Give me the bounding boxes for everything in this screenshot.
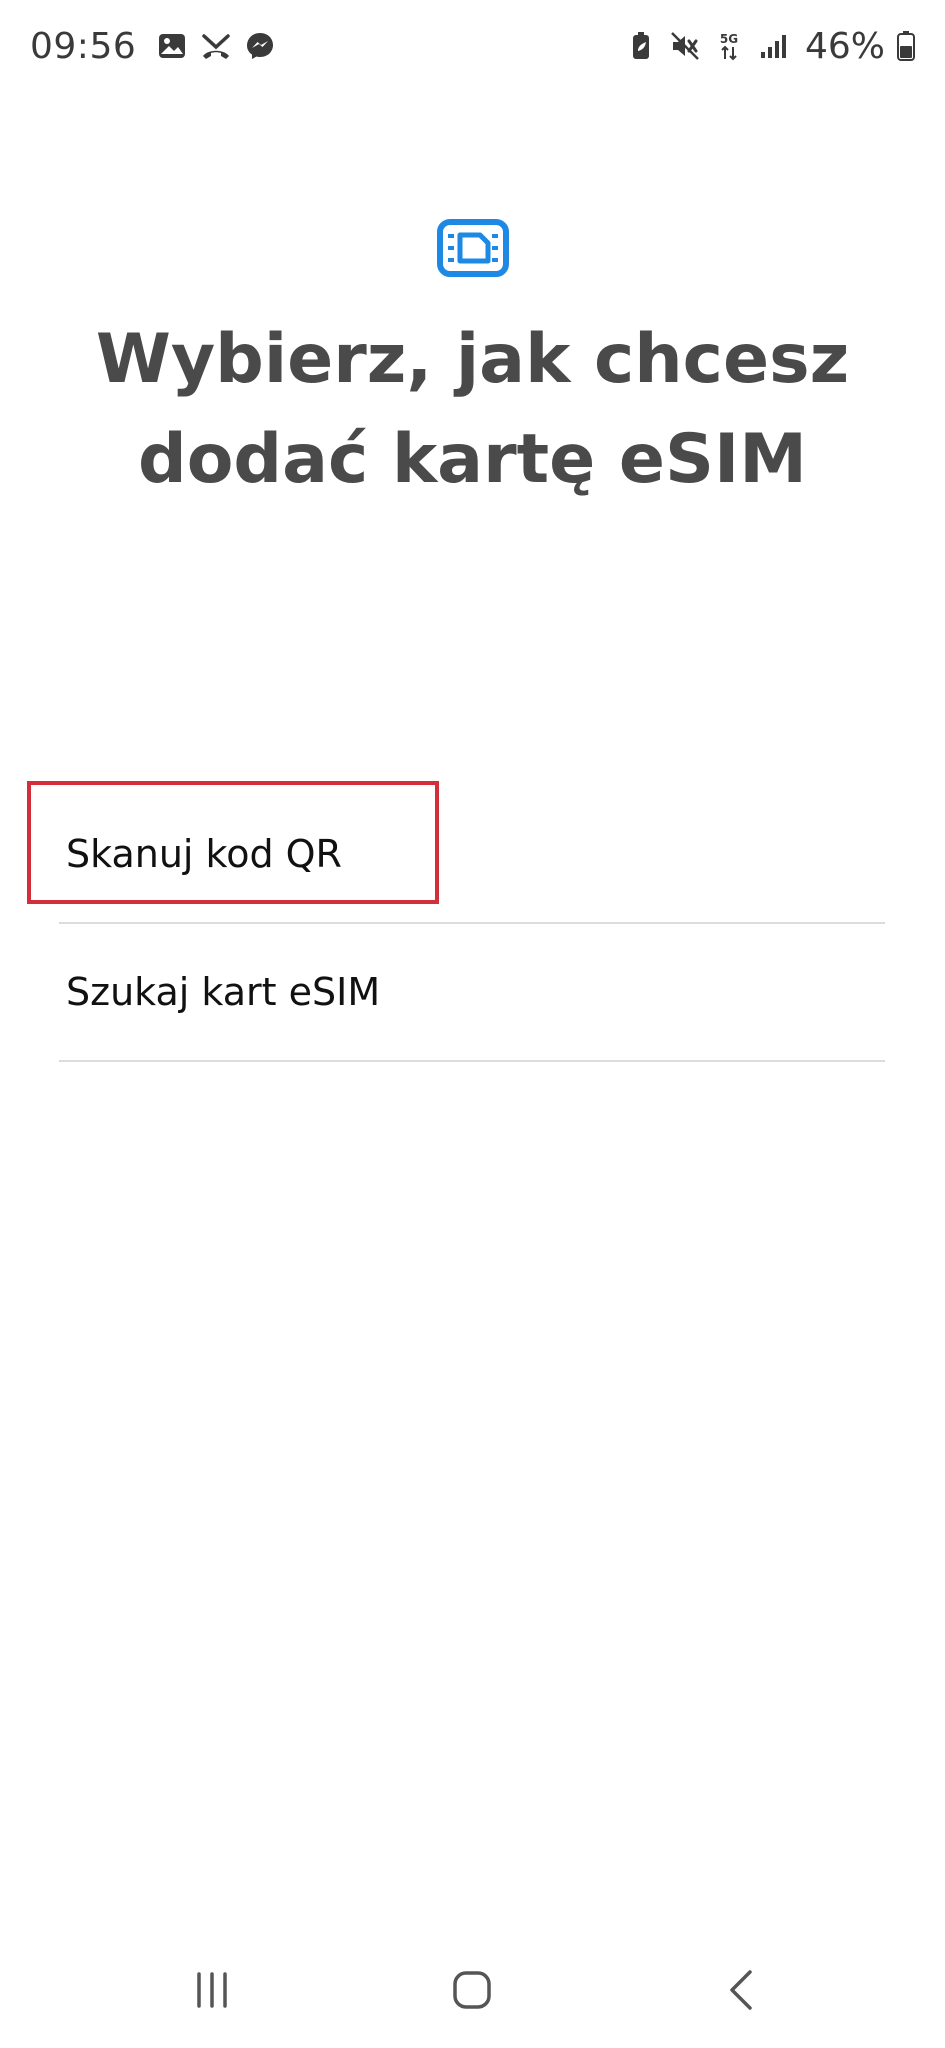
network-5g-icon: 5G bbox=[713, 30, 745, 62]
page-title: Wybierz, jak chcesz dodać kartę eSIM bbox=[95, 320, 850, 499]
battery-icon bbox=[897, 31, 915, 61]
gallery-icon bbox=[156, 30, 188, 62]
mute-icon bbox=[669, 30, 701, 62]
esim-icon bbox=[436, 218, 510, 278]
status-time: 09:56 bbox=[30, 25, 137, 67]
options-list: Skanuj kod QR Szukaj kart eSIM bbox=[59, 786, 885, 1062]
home-icon[interactable] bbox=[442, 1960, 502, 2020]
messenger-icon bbox=[244, 30, 276, 62]
network-label: 5G bbox=[720, 32, 738, 46]
signal-icon bbox=[757, 30, 789, 62]
recent-apps-icon[interactable] bbox=[182, 1960, 242, 2020]
navigation-bar bbox=[0, 1940, 945, 2040]
status-left: 09:56 bbox=[30, 26, 276, 67]
option-search-esim[interactable]: Szukaj kart eSIM bbox=[59, 924, 885, 1062]
battery-saver-icon bbox=[625, 30, 657, 62]
missed-call-icon bbox=[200, 30, 232, 62]
option-scan-qr[interactable]: Skanuj kod QR bbox=[59, 786, 885, 924]
battery-percent: 46% bbox=[804, 25, 885, 67]
back-icon[interactable] bbox=[712, 1960, 772, 2020]
status-bar: 09:56 5G 46% bbox=[0, 0, 945, 92]
status-right: 5G 46% bbox=[625, 26, 915, 67]
